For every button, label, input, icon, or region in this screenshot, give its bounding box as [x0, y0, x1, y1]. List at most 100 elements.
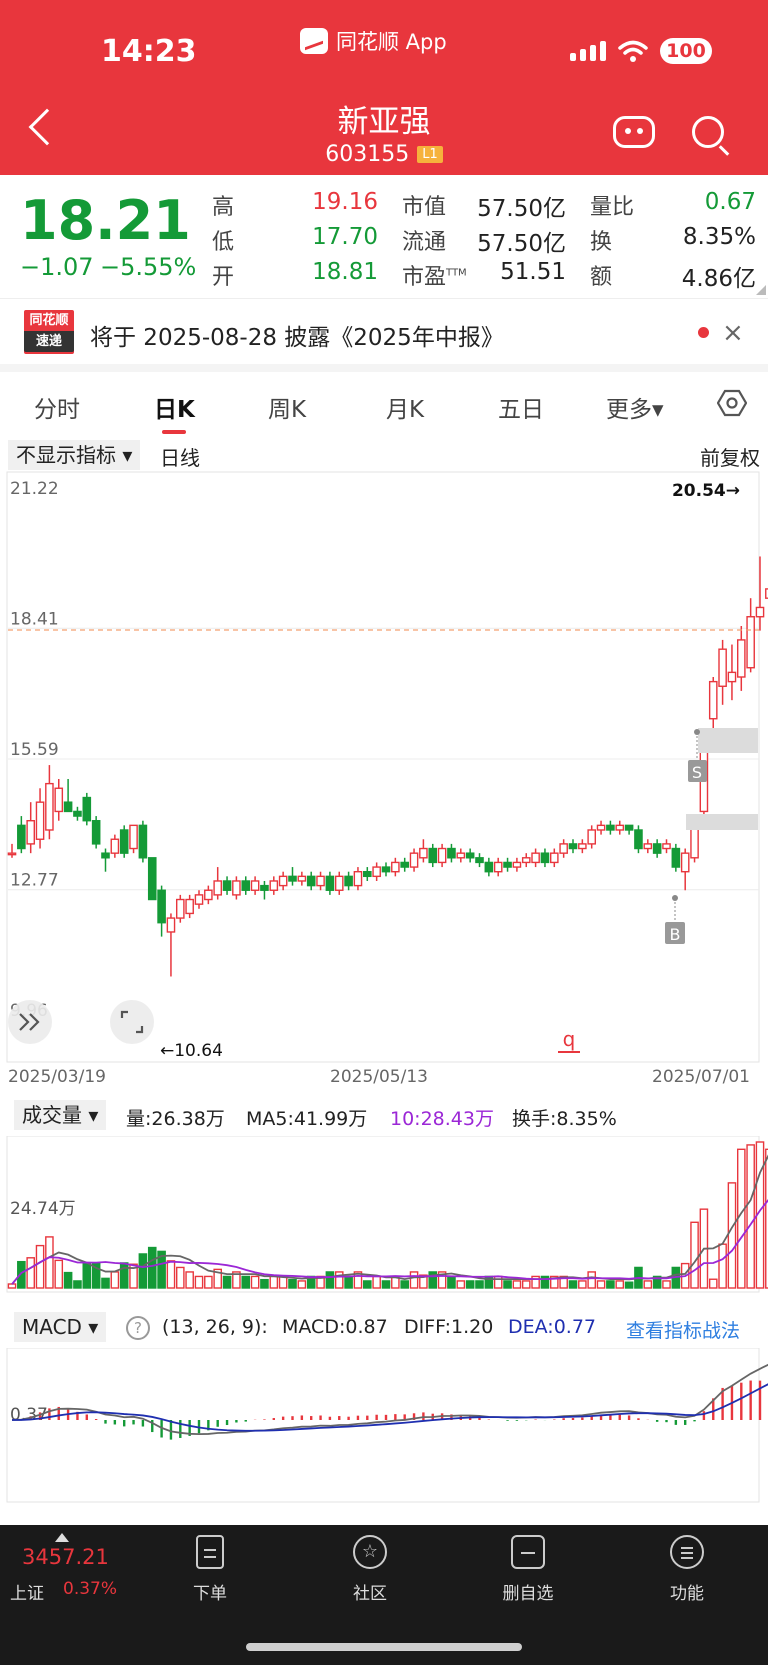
candle-body — [531, 852, 540, 864]
section-separator — [0, 364, 768, 372]
kline-y-label: 15.59 — [10, 740, 59, 760]
status-app-indicator[interactable]: 同花顺 App — [300, 26, 447, 56]
tab-weekly-k[interactable]: 周K — [268, 390, 306, 424]
volume-bar — [465, 1280, 475, 1289]
candle-body — [400, 861, 410, 868]
dea-line — [11, 1383, 768, 1432]
volume-indicator-select[interactable]: 成交量 ▾ — [14, 1100, 107, 1130]
search-icon[interactable] — [692, 116, 724, 148]
tab-intraday[interactable]: 分时 — [34, 390, 80, 424]
amount-label: 额 — [590, 265, 613, 290]
pe-label: 市盈TTM — [402, 265, 467, 290]
robot-assistant-icon[interactable] — [613, 116, 655, 148]
tab-more[interactable]: 更多▾ — [606, 390, 664, 424]
notice-close-button[interactable]: × — [722, 318, 744, 348]
candle-body — [596, 824, 606, 831]
candle-body — [419, 847, 428, 859]
kline-candles — [7, 556, 768, 977]
volume-bar — [746, 1144, 755, 1289]
q-marker: q — [563, 1027, 576, 1051]
turnover-value: 8.35% — [682, 224, 756, 250]
tab-five-day[interactable]: 五日 — [498, 390, 544, 424]
mcap-value: 57.50亿 — [477, 196, 566, 222]
volume-bar — [662, 1280, 671, 1289]
kline-y-label: 12.77 — [10, 871, 59, 891]
candle-body — [512, 861, 522, 868]
volume-chart[interactable]: 24.74万 — [0, 1136, 768, 1296]
date-label: 2025/05/13 — [330, 1067, 428, 1087]
settings-hexagon-icon[interactable] — [717, 389, 747, 417]
battery-indicator: 100 — [660, 38, 712, 64]
volume-bar — [475, 1280, 484, 1289]
nav-order[interactable]: 下单 — [155, 1535, 265, 1604]
candle-body — [755, 606, 765, 618]
corner-expand-icon[interactable] — [756, 285, 766, 295]
volume-bar — [596, 1280, 606, 1289]
volume-bar — [119, 1262, 129, 1289]
macd-chart[interactable]: 0.37 — [0, 1348, 768, 1508]
pe-ttm-tag: TTM — [446, 267, 467, 279]
notice-banner[interactable]: 同花顺 速递 将于 2025-08-28 披露《2025年中报》 — [0, 298, 768, 364]
fullscreen-button[interactable] — [110, 1000, 154, 1044]
volume-bar — [372, 1275, 381, 1289]
volume-bar — [737, 1148, 746, 1289]
help-icon[interactable]: ? — [126, 1316, 150, 1340]
nav-community[interactable]: ☆ 社区 — [315, 1535, 425, 1604]
volume-bar — [493, 1275, 503, 1289]
candle-body — [185, 898, 194, 915]
s-signal-dot — [694, 729, 700, 735]
volume-bar — [503, 1280, 512, 1289]
candle-body — [428, 847, 438, 864]
price-adjust-button[interactable]: 前复权 — [700, 442, 760, 471]
candle-body — [166, 917, 176, 933]
nav-remove-watchlist[interactable]: 删自选 — [473, 1535, 583, 1604]
candle-body — [119, 829, 129, 854]
volume-ratio-value: 0.67 — [704, 189, 756, 215]
index-value[interactable]: 3457.21 — [22, 1545, 109, 1569]
stock-code-row: 603155 L1 — [0, 142, 768, 167]
macd-value: MACD:0.87 — [282, 1316, 388, 1338]
macd-indicator-select[interactable]: MACD ▾ — [14, 1312, 107, 1342]
candle-body — [147, 857, 157, 901]
order-document-icon — [196, 1535, 224, 1569]
quote-panel: 18.21 −1.07 −5.55% 高 19.16 低 17.70 开 18.… — [0, 175, 768, 297]
nav-functions[interactable]: 功能 — [632, 1535, 742, 1604]
candle-body — [540, 852, 550, 864]
candle-body — [484, 861, 494, 873]
volume-bar — [82, 1262, 92, 1289]
candle-body — [550, 852, 559, 864]
indicator-strategy-link[interactable]: 查看指标战法 — [626, 1316, 740, 1343]
nav-label: 删自选 — [502, 1584, 554, 1604]
candle-body — [306, 875, 316, 887]
volume-bar — [35, 1244, 45, 1289]
indicator-select[interactable]: 不显示指标 ▾ — [8, 440, 141, 470]
candle-body — [288, 875, 297, 882]
volume-bar — [344, 1275, 353, 1289]
volume-bar — [587, 1271, 596, 1289]
candle-body — [344, 875, 353, 887]
functions-menu-icon — [670, 1535, 704, 1569]
notice-text[interactable]: 将于 2025-08-28 披露《2025年中报》 — [90, 318, 504, 352]
volume-bar — [297, 1280, 307, 1289]
scroll-left-button[interactable] — [8, 1000, 52, 1044]
active-tab-underline — [162, 430, 186, 434]
tab-monthly-k[interactable]: 月K — [386, 390, 424, 424]
volume-bar — [624, 1281, 634, 1289]
high-label: 高 — [212, 195, 235, 220]
kline-chart[interactable]: 21.2218.4115.5912.779.96 S B 20.54→ ←10.… — [0, 470, 768, 1090]
candle-body — [680, 852, 690, 873]
volume-bar — [54, 1259, 64, 1289]
kline-date-axis: 2025/03/19 2025/05/13 2025/07/01 — [8, 1067, 750, 1087]
candle-body — [334, 875, 344, 891]
candle-body — [493, 861, 503, 873]
tab-daily-k[interactable]: 日K — [154, 390, 195, 424]
period-label: 日线 — [160, 446, 200, 470]
candle-body — [232, 880, 241, 896]
volume-bar — [45, 1236, 54, 1289]
open-label: 开 — [212, 265, 235, 290]
candle-body — [578, 843, 587, 850]
remove-watchlist-icon — [511, 1535, 545, 1569]
candle-body — [559, 843, 568, 854]
macd-params: (13, 26, 9): — [162, 1316, 268, 1338]
level-badge[interactable]: L1 — [417, 146, 443, 163]
